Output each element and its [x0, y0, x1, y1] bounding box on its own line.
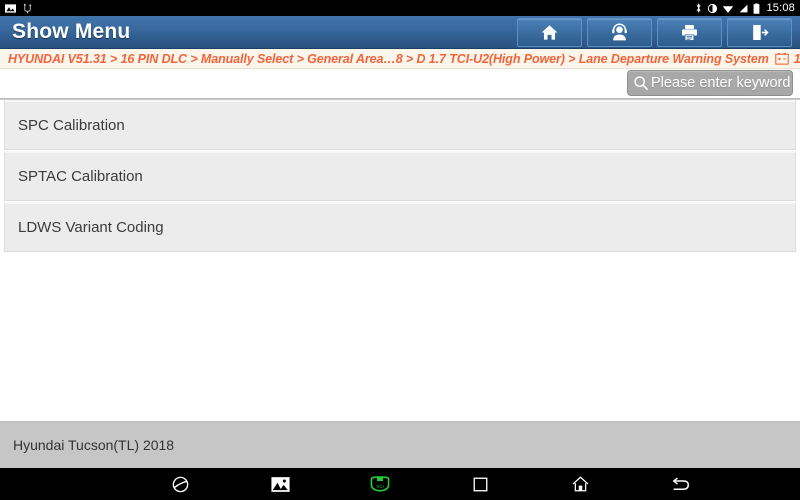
android-status-bar: 15:08 [0, 0, 800, 16]
list-item[interactable]: SPC Calibration [4, 100, 796, 150]
list-item[interactable]: SPTAC Calibration [4, 151, 796, 201]
exit-door-icon [753, 24, 769, 40]
battery-icon [754, 2, 760, 14]
menu-item-label: SPTAC Calibration [18, 167, 143, 185]
recent-apps-button[interactable] [450, 468, 510, 500]
browser-icon [172, 476, 188, 492]
page-title: Show Menu [12, 20, 131, 43]
menu-item-label: SPC Calibration [18, 116, 125, 134]
breadcrumb-path: HYUNDAI V51.31 > 16 PIN DLC > Manually S… [8, 51, 769, 66]
exit-button[interactable] [727, 17, 792, 47]
recent-apps-icon [473, 477, 487, 491]
battery-voltage: 12.08V [793, 51, 800, 66]
gallery-button[interactable] [250, 468, 310, 500]
menu-item-label: LDWS Variant Coding [18, 218, 164, 236]
status-bar-left-icons [5, 3, 33, 14]
back-nav-button[interactable] [650, 468, 710, 500]
status-bar-right-icons: 15:08 [694, 2, 795, 14]
wifi-icon [723, 5, 734, 13]
vehicle-info-bar: Hyundai Tucson(TL) 2018 [0, 421, 800, 468]
browser-button[interactable] [150, 468, 210, 500]
printer-icon [681, 24, 698, 41]
print-button[interactable] [657, 17, 722, 47]
diagnostic-app-screen: 15:08 Show Menu HYUNDAI V51.31 > 16 PIN … [0, 0, 800, 500]
toolbar-buttons [517, 17, 792, 47]
headset-person-icon [612, 22, 627, 40]
home-icon [541, 24, 558, 40]
status-bar-clock: 15:08 [766, 2, 795, 14]
gallery-icon [270, 476, 290, 492]
search-input[interactable]: Please enter keyword [627, 70, 793, 96]
car-battery-icon [774, 52, 789, 65]
bluetooth-icon [697, 3, 701, 13]
vci-connection-icon: VCI [370, 476, 390, 492]
search-placeholder: Please enter keyword [651, 75, 791, 91]
breadcrumb-bar: HYUNDAI V51.31 > 16 PIN DLC > Manually S… [0, 49, 800, 69]
back-nav-icon [672, 476, 689, 490]
home-nav-icon [572, 476, 588, 492]
vehicle-name: Hyundai Tucson(TL) 2018 [13, 437, 175, 453]
app-title-bar: Show Menu [0, 16, 800, 49]
home-button[interactable] [517, 17, 582, 47]
svg-text:VCI: VCI [376, 484, 383, 489]
voltage-indicator: 12.08V [774, 51, 800, 66]
list-item[interactable]: LDWS Variant Coding [4, 202, 796, 252]
search-icon [634, 76, 649, 91]
usb-debug-icon [23, 3, 32, 13]
screenshot-icon [5, 3, 16, 13]
support-button[interactable] [587, 17, 652, 47]
brightness-icon [708, 3, 718, 13]
menu-list: SPC Calibration SPTAC Calibration LDWS V… [0, 100, 800, 255]
home-nav-button[interactable] [550, 468, 610, 500]
vci-connection-button[interactable]: VCI [350, 468, 410, 500]
android-nav-bar: VCI [0, 468, 800, 500]
signal-icon [740, 4, 748, 12]
